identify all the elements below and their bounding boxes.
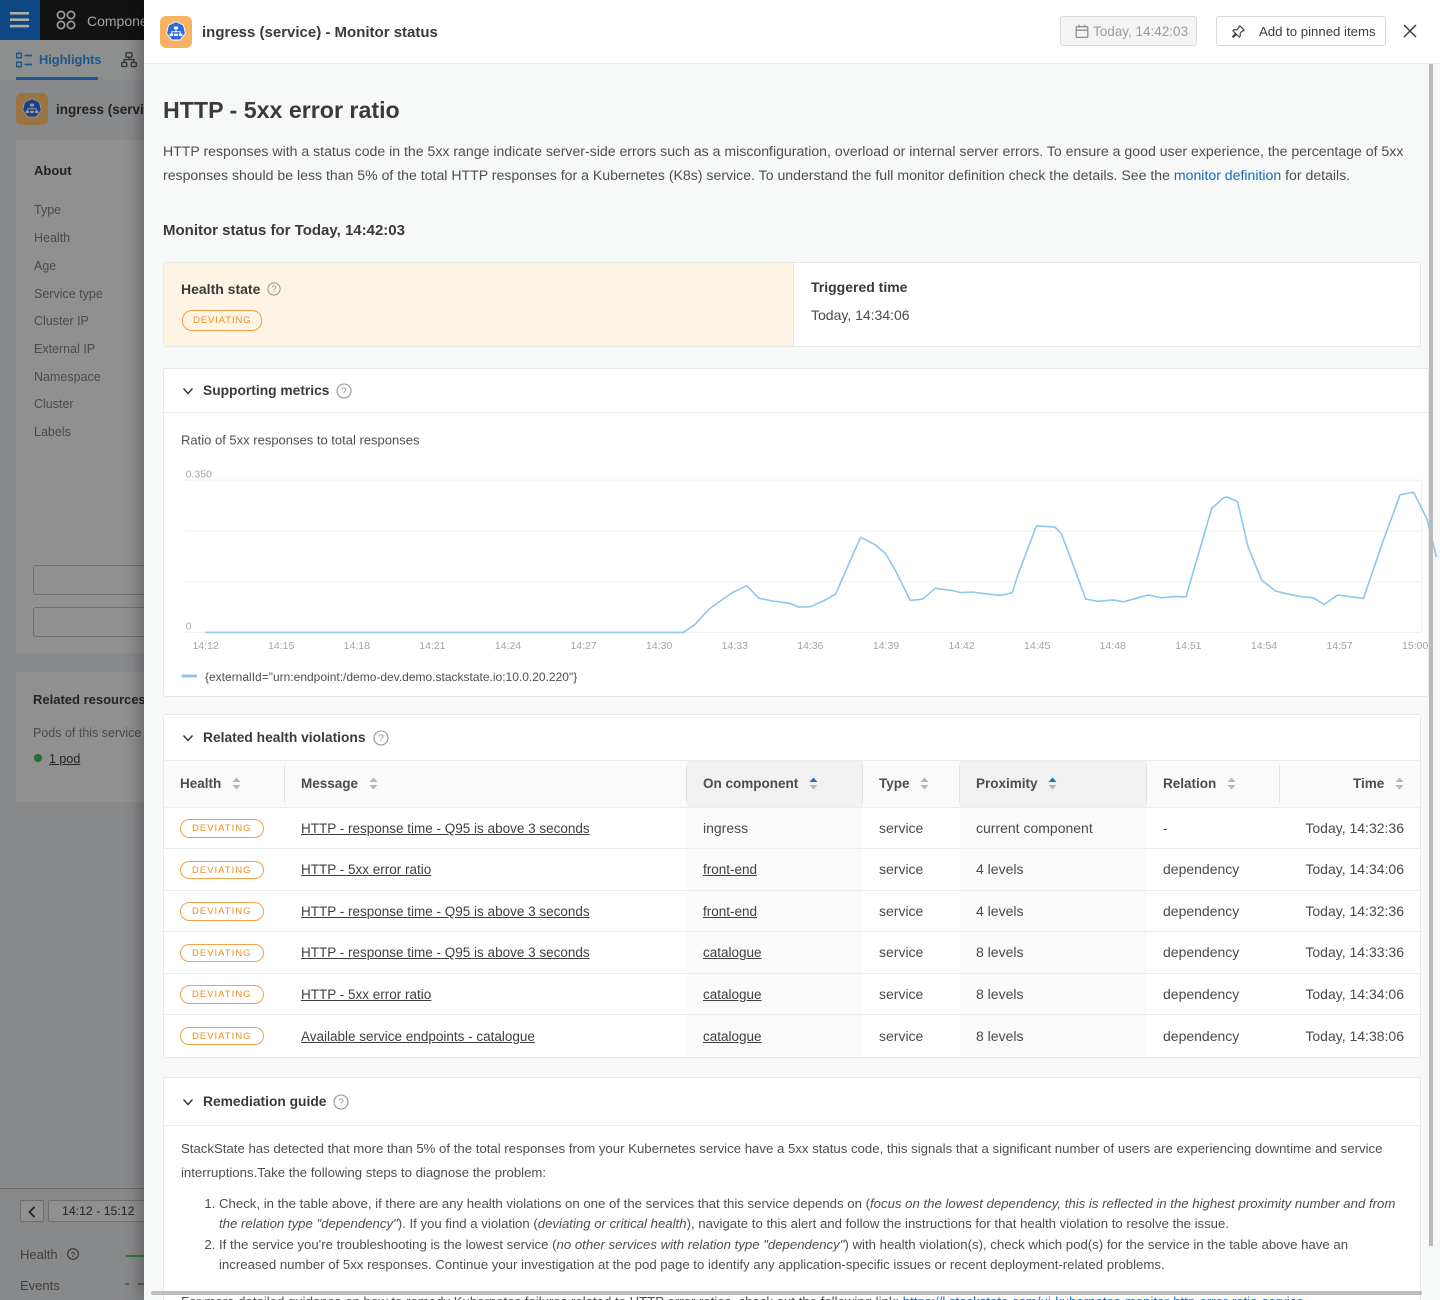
svg-text:14:57: 14:57 xyxy=(1326,640,1352,652)
svg-text:?: ? xyxy=(378,733,384,744)
svg-text:?: ? xyxy=(339,1097,345,1108)
svg-text:?: ? xyxy=(342,386,348,397)
svg-text:{externalId="urn:endpoint:/dem: {externalId="urn:endpoint:/demo-dev.demo… xyxy=(205,670,577,684)
svg-text:14:39: 14:39 xyxy=(873,640,899,652)
svg-text:0: 0 xyxy=(186,621,192,633)
svg-text:14:42: 14:42 xyxy=(948,640,974,652)
svg-text:14:18: 14:18 xyxy=(344,640,370,652)
svg-text:14:27: 14:27 xyxy=(570,640,596,652)
svg-text:14:15: 14:15 xyxy=(268,640,294,652)
svg-text:14:45: 14:45 xyxy=(1024,640,1050,652)
svg-text:14:21: 14:21 xyxy=(419,640,445,652)
svg-text:?: ? xyxy=(272,284,277,294)
svg-text:14:36: 14:36 xyxy=(797,640,823,652)
svg-text:Ratio of 5xx responses to tota: Ratio of 5xx responses to total response… xyxy=(181,433,420,448)
svg-text:14:30: 14:30 xyxy=(646,640,672,652)
svg-text:14:48: 14:48 xyxy=(1100,640,1126,652)
svg-text:?: ? xyxy=(71,1250,76,1259)
svg-text:14:33: 14:33 xyxy=(722,640,748,652)
svg-text:14:54: 14:54 xyxy=(1251,640,1277,652)
svg-text:14:24: 14:24 xyxy=(495,640,521,652)
svg-text:14:12: 14:12 xyxy=(192,640,218,652)
svg-text:15:00: 15:00 xyxy=(1402,640,1428,652)
svg-text:14:51: 14:51 xyxy=(1175,640,1201,652)
svg-text:0.350: 0.350 xyxy=(186,469,212,481)
